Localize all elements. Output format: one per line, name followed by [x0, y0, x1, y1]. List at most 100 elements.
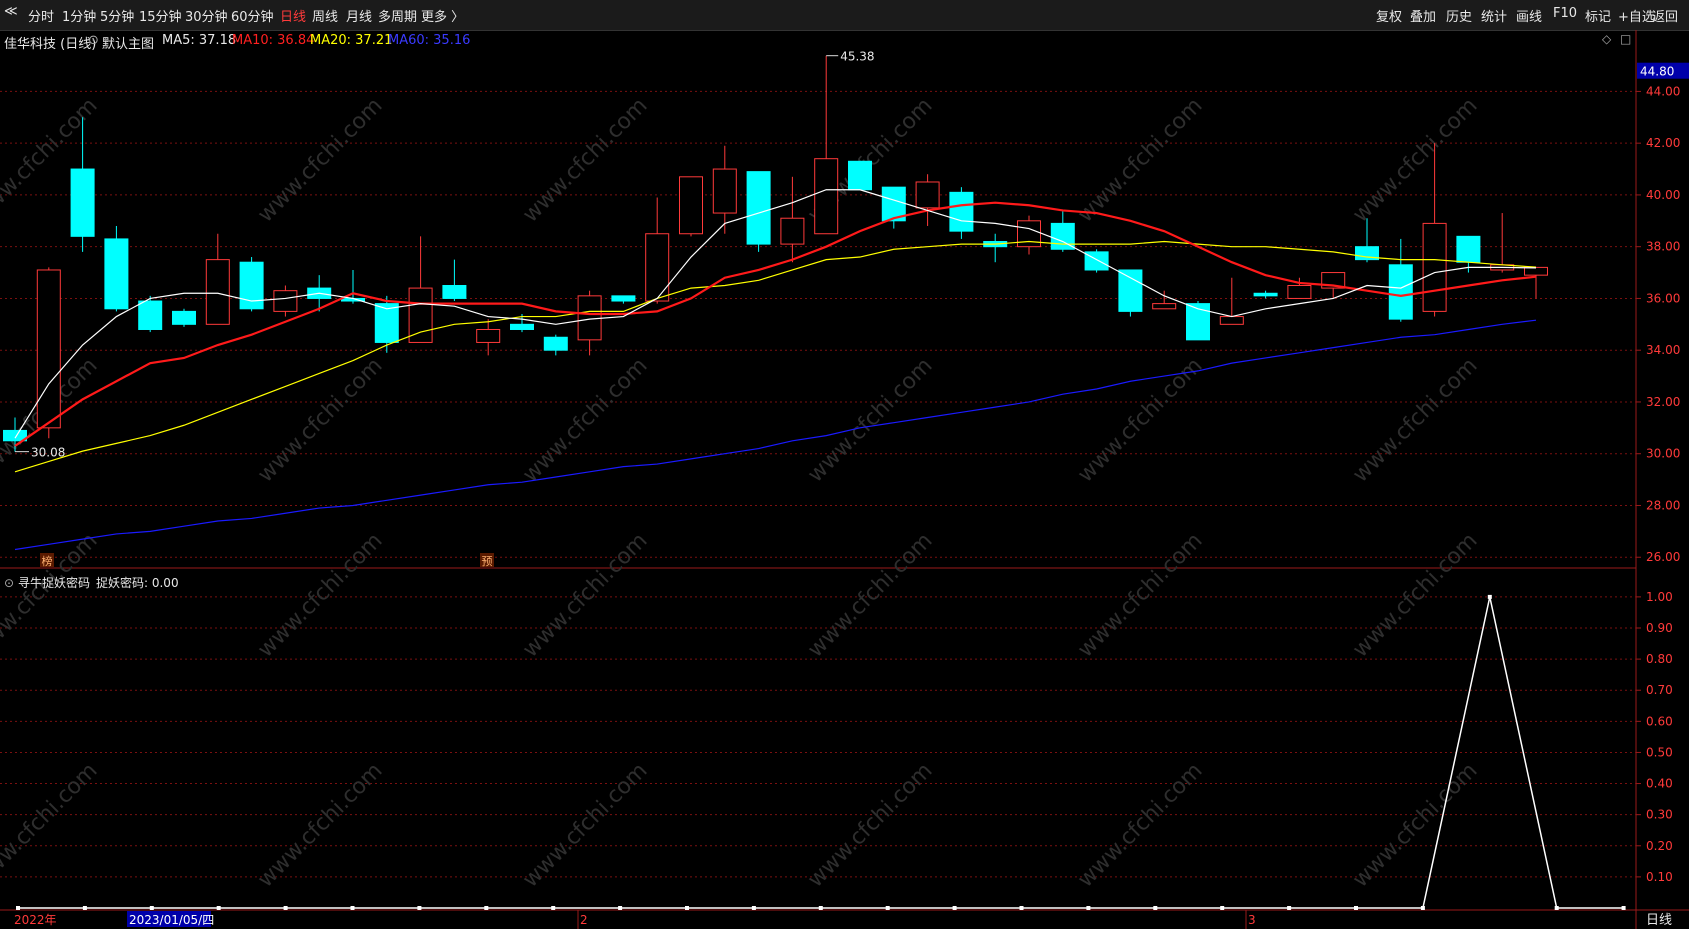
candle-body: [1287, 285, 1312, 299]
toolbar-btn-0[interactable]: 复权: [1376, 6, 1402, 25]
indicator-point: [1621, 906, 1626, 910]
toolbar-btn-3[interactable]: 统计: [1481, 6, 1507, 25]
period-tab-7[interactable]: 周线: [312, 6, 338, 25]
indicator-point: [1153, 906, 1158, 910]
period-tab-1[interactable]: 1分钟: [62, 6, 96, 25]
watermark: www.cfchi.com: [518, 93, 652, 227]
candle-body: [1152, 303, 1177, 310]
indicator-tick-label-1: 0.90: [1646, 621, 1673, 635]
candle-body: [70, 168, 95, 237]
candle-body: [1524, 266, 1548, 276]
kline-chart[interactable]: 44.00 42.00 40.00 38.00 36.00 34.00 32.00 30.00…: [0, 30, 1689, 929]
price-tick-label-4: 36.00: [1646, 291, 1680, 305]
indicator-title: 寻牛捉妖密码: [18, 575, 90, 590]
collapse-icon[interactable]: ≪: [4, 4, 18, 19]
period-tab-9[interactable]: 多周期: [378, 6, 417, 25]
watermark: www.cfchi.com: [1073, 93, 1207, 227]
indicator-point: [350, 906, 355, 910]
toolbar-btn-4[interactable]: 画线: [1516, 6, 1542, 25]
indicator-point: [885, 906, 890, 910]
candle-body: [476, 328, 501, 343]
indicator-menu-icon[interactable]: ⊙: [4, 576, 14, 590]
indicator-value: 捉妖密码: 0.00: [96, 575, 179, 590]
toolbar-btn-8[interactable]: 返回: [1652, 6, 1678, 25]
period-tab-5[interactable]: 60分钟: [231, 6, 274, 25]
date-year-label: 2022年: [14, 913, 57, 927]
indicator-point: [1354, 906, 1358, 910]
candle-body: [611, 295, 636, 302]
toolbar-btn-5[interactable]: F10: [1553, 6, 1577, 21]
watermark: www.cfchi.com: [1348, 528, 1482, 662]
candle-body: [1456, 235, 1481, 263]
indicator-point: [1554, 906, 1559, 910]
candle-body: [239, 261, 264, 310]
price-tick-label-9: 26.00: [1646, 550, 1680, 564]
toolbar: 分时 1分钟 5分钟 15分钟 30分钟 60分钟 日线 周线 月线 多周期 更多 〉 ≪ 复权 叠加 历史…: [0, 0, 1689, 31]
candle-body: [1422, 222, 1447, 312]
period-tab-2[interactable]: 5分钟: [100, 6, 134, 25]
candle-body: [679, 176, 703, 235]
candle-body: [408, 287, 433, 343]
date-month-3: 3: [1248, 913, 1256, 927]
watermark: www.cfchi.com: [518, 528, 652, 662]
indicator-point: [16, 906, 20, 910]
toolbar-btn-1[interactable]: 叠加: [1410, 6, 1436, 25]
indicator-point: [1487, 594, 1492, 599]
indicator-point: [1420, 906, 1425, 910]
candle-body: [205, 259, 230, 325]
indicator-point: [1287, 906, 1292, 910]
current-price-label: 44.80: [1640, 65, 1674, 79]
watermark: www.cfchi.com: [253, 528, 387, 662]
watermark: www.cfchi.com: [0, 528, 103, 662]
candle-body: [273, 290, 298, 312]
candle-body: [1388, 264, 1413, 320]
period-tab-10[interactable]: 更多 〉: [421, 6, 464, 25]
period-tab-3[interactable]: 15分钟: [139, 6, 182, 25]
price-tick-label-3: 38.00: [1646, 240, 1680, 254]
watermark: www.cfchi.com: [1073, 528, 1207, 662]
period-tab-4[interactable]: 30分钟: [185, 6, 228, 25]
indicator-tick-label-5: 0.50: [1646, 745, 1673, 759]
toolbar-btn-2[interactable]: 历史: [1446, 6, 1472, 25]
price-tick-label-0: 44.00: [1646, 84, 1680, 98]
indicator-point: [216, 906, 221, 910]
watermark: www.cfchi.com: [253, 93, 387, 227]
period-tab-8[interactable]: 月线: [346, 6, 372, 25]
candle-body: [172, 310, 196, 325]
watermark: www.cfchi.com: [803, 528, 937, 662]
indicator-tick-label-2: 0.80: [1646, 652, 1673, 666]
indicator-point: [1220, 906, 1225, 910]
indicator-point: [751, 906, 756, 910]
ma10-line: [14, 201, 1537, 447]
toolbar-btn-6[interactable]: 标记: [1585, 6, 1611, 25]
price-tick-label-1: 42.00: [1646, 136, 1680, 150]
candle-body: [1253, 292, 1278, 297]
candle-body: [712, 168, 737, 214]
indicator-point: [952, 906, 957, 910]
indicator-tick-label-9: 0.10: [1646, 870, 1673, 884]
candle-body: [949, 191, 974, 232]
indicator-point: [685, 906, 689, 910]
indicator-point: [818, 906, 823, 910]
candle-body: [104, 238, 129, 310]
indicator-tick-label-0: 1.00: [1646, 590, 1673, 604]
candle-body: [1017, 220, 1041, 248]
indicator-tick-label-3: 0.70: [1646, 683, 1673, 697]
watermark: www.cfchi.com: [1348, 93, 1482, 227]
period-label[interactable]: 日线: [1646, 913, 1672, 928]
period-tab-6[interactable]: 日线: [280, 6, 306, 25]
watermark: www.cfchi.com: [803, 758, 937, 892]
toolbar-btn-7[interactable]: +自选: [1618, 6, 1655, 25]
watermark: www.cfchi.com: [253, 758, 387, 892]
ma60-line: [14, 319, 1537, 551]
candle-body: [814, 158, 839, 235]
high-label: 45.38: [840, 50, 874, 64]
indicator-tick-label-8: 0.20: [1646, 839, 1673, 853]
candle-body: [746, 171, 771, 245]
event-marker-2: 预: [482, 555, 493, 568]
candle-body: [848, 160, 872, 191]
indicator-point: [618, 906, 623, 910]
period-tab-0[interactable]: 分时: [28, 6, 54, 25]
candle-body: [645, 233, 670, 302]
indicator-point: [283, 906, 288, 910]
